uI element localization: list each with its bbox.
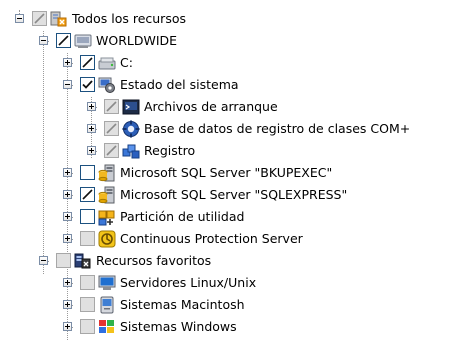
- expand-toggle[interactable]: [63, 322, 72, 331]
- collapse-toggle[interactable]: [15, 14, 24, 23]
- tree-node-label: Microsoft SQL Server "SQLEXPRESS": [120, 187, 348, 202]
- selection-checkbox[interactable]: [80, 231, 95, 246]
- collapse-toggle[interactable]: [39, 256, 48, 265]
- selection-checkbox[interactable]: [80, 165, 95, 180]
- resource-selection-tree[interactable]: Todos los recursos WORLDWIDE C: Estado d…: [0, 0, 468, 349]
- selection-checkbox[interactable]: [80, 187, 95, 202]
- collapse-toggle[interactable]: [63, 80, 72, 89]
- boot-files-icon: [122, 98, 140, 116]
- expand-toggle[interactable]: [63, 234, 72, 243]
- expand-toggle[interactable]: [63, 212, 72, 221]
- tree-node-label: Estado del sistema: [120, 77, 239, 92]
- tree-node-label: Partición de utilidad: [120, 209, 245, 224]
- tree-node-label: Servidores Linux/Unix: [120, 275, 257, 290]
- selection-checkbox[interactable]: [32, 11, 47, 26]
- selection-checkbox[interactable]: [56, 253, 71, 268]
- system-state-icon: [98, 76, 116, 94]
- selection-checkbox[interactable]: [80, 55, 95, 70]
- selection-checkbox[interactable]: [104, 121, 119, 136]
- expand-toggle[interactable]: [87, 102, 96, 111]
- expand-toggle[interactable]: [87, 146, 96, 155]
- tree-node-label: Todos los recursos: [72, 11, 186, 26]
- server-icon: [74, 32, 92, 50]
- tree-node-label: Archivos de arranque: [144, 99, 278, 114]
- selection-checkbox[interactable]: [80, 319, 95, 334]
- tree-node-label: WORLDWIDE: [96, 33, 178, 48]
- expand-toggle[interactable]: [87, 124, 96, 133]
- tree-node-label: Recursos favoritos: [96, 253, 212, 268]
- tree-node-label: Base de datos de registro de clases COM+: [144, 121, 411, 136]
- mac-systems-icon: [98, 296, 116, 314]
- tree-node-label: Sistemas Windows: [120, 319, 237, 334]
- selection-checkbox[interactable]: [80, 77, 95, 92]
- expand-toggle[interactable]: [63, 278, 72, 287]
- sql-server-icon: [98, 164, 116, 182]
- tree-connector-line: [43, 31, 44, 274]
- selection-checkbox[interactable]: [80, 275, 95, 290]
- selection-checkbox[interactable]: [80, 209, 95, 224]
- cps-icon: [98, 230, 116, 248]
- selection-checkbox[interactable]: [104, 99, 119, 114]
- tree-node-label: Microsoft SQL Server "BKUPEXEC": [120, 165, 333, 180]
- selection-checkbox[interactable]: [104, 143, 119, 158]
- expand-toggle[interactable]: [63, 168, 72, 177]
- drive-icon: [98, 54, 116, 72]
- all-resources-icon: [50, 10, 68, 28]
- expand-toggle[interactable]: [63, 300, 72, 309]
- utility-partition-icon: [98, 208, 116, 226]
- tree-node-label: Registro: [144, 143, 196, 158]
- selection-checkbox[interactable]: [80, 297, 95, 312]
- tree-node-label: Continuous Protection Server: [120, 231, 303, 246]
- tree-node-label: C:: [120, 55, 133, 70]
- com-plus-icon: [122, 120, 140, 138]
- linux-servers-icon: [98, 274, 116, 292]
- selection-checkbox[interactable]: [56, 33, 71, 48]
- sql-server-icon: [98, 186, 116, 204]
- registry-icon: [122, 142, 140, 160]
- collapse-toggle[interactable]: [39, 36, 48, 45]
- tree-node-label: Sistemas Macintosh: [120, 297, 245, 312]
- expand-toggle[interactable]: [63, 190, 72, 199]
- favorite-resources-icon: [74, 252, 92, 270]
- expand-toggle[interactable]: [63, 58, 72, 67]
- windows-systems-icon: [98, 318, 116, 336]
